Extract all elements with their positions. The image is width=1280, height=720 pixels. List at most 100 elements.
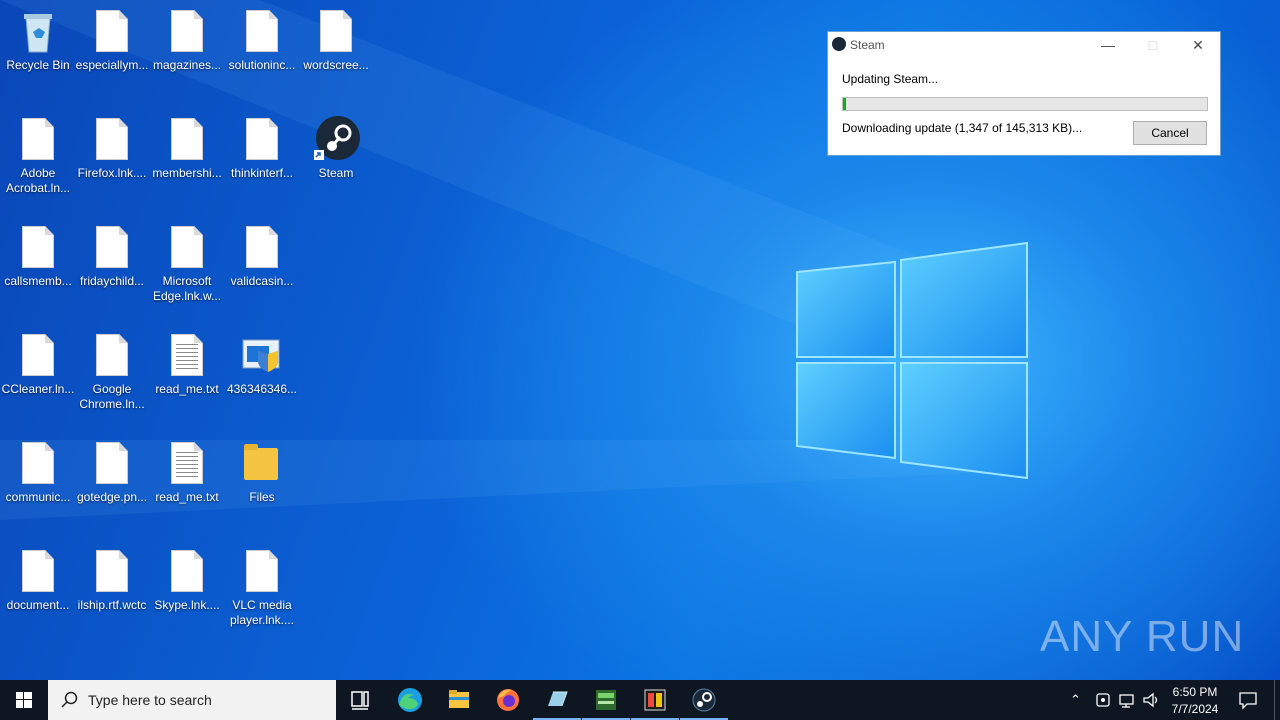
desktop-icon-file[interactable]: wordscree... xyxy=(298,8,374,73)
desktop-icon-file[interactable]: Adobe Acrobat.ln... xyxy=(0,116,76,196)
file-icon xyxy=(14,332,62,380)
desktop-icon-file[interactable]: Google Chrome.ln... xyxy=(74,332,150,412)
search-placeholder: Type here to search xyxy=(88,692,212,708)
recycle-bin-icon xyxy=(14,8,62,56)
desktop-icon-file[interactable]: CCleaner.ln... xyxy=(0,332,76,397)
desktop-icon-file[interactable]: Microsoft Edge.lnk.w... xyxy=(149,224,225,304)
task-view-icon xyxy=(351,691,369,710)
file-icon xyxy=(88,8,136,56)
file-icon xyxy=(88,332,136,380)
dialog-title: Steam xyxy=(850,38,885,52)
clock-date[interactable]: 7/7/2024 xyxy=(1165,702,1225,716)
desktop-icon-label: Recycle Bin xyxy=(6,58,70,72)
file-icon xyxy=(163,8,211,56)
text-file-icon xyxy=(163,332,211,380)
desktop-icon-label: Microsoft Edge.lnk.w... xyxy=(152,274,222,303)
desktop-icon-text-file[interactable]: read_me.txt xyxy=(149,332,225,397)
update-status-text: Updating Steam... xyxy=(842,72,939,86)
steam-logo-icon xyxy=(832,37,846,51)
download-detail-text: Downloading update (1,347 of 145,313 KB)… xyxy=(842,121,1083,135)
desktop-icon-label: membershi... xyxy=(152,166,222,180)
notification-icon[interactable] xyxy=(1238,690,1258,710)
file-icon xyxy=(238,116,286,164)
file-icon xyxy=(14,224,62,272)
steam-icon xyxy=(692,688,716,712)
show-hidden-icons-button[interactable]: ⌃ xyxy=(1070,692,1081,708)
desktop-icon-label: magazines... xyxy=(152,58,222,72)
taskbar-steam[interactable] xyxy=(680,680,728,720)
desktop-icon-file[interactable]: solutioninc... xyxy=(224,8,300,73)
app-icon xyxy=(644,689,666,711)
desktop-icon-file[interactable]: Firefox.lnk.... xyxy=(74,116,150,181)
desktop-icon-label: thinkinterf... xyxy=(230,166,294,180)
desktop-icon-file[interactable]: Skype.lnk.... xyxy=(149,548,225,613)
desktop-icon-file[interactable]: document... xyxy=(0,548,76,613)
taskbar-app-5[interactable] xyxy=(533,680,581,720)
volume-icon[interactable] xyxy=(1141,690,1161,710)
desktop-icon-label: Google Chrome.ln... xyxy=(79,382,145,411)
desktop-icon-label: Skype.lnk.... xyxy=(154,598,220,612)
file-icon xyxy=(163,116,211,164)
desktop-icon-label: document... xyxy=(6,598,70,612)
desktop-icon-installer[interactable]: 436346346... xyxy=(224,332,300,397)
desktop-icon-label: communic... xyxy=(5,490,71,504)
desktop-icon-recycle-bin[interactable]: Recycle Bin xyxy=(0,8,76,73)
desktop-icon-file[interactable]: ilship.rtf.wctc xyxy=(74,548,150,613)
desktop-icon-file[interactable]: membershi... xyxy=(149,116,225,181)
taskbar-file-explorer[interactable] xyxy=(435,680,483,720)
desktop-icon-file[interactable]: especiallym... xyxy=(74,8,150,73)
file-icon xyxy=(14,440,62,488)
desktop-icon-steam[interactable]: Steam xyxy=(298,116,374,181)
maximize-button: □ xyxy=(1148,37,1158,53)
desktop-icon-label: validcasin... xyxy=(230,274,294,288)
desktop-icon-label: wordscree... xyxy=(303,58,369,72)
taskbar-app-6[interactable] xyxy=(582,680,630,720)
desktop-icon-label: fridaychild... xyxy=(79,274,145,288)
desktop-icon-file[interactable]: thinkinterf... xyxy=(224,116,300,181)
firefox-icon xyxy=(497,689,519,711)
taskbar-edge[interactable] xyxy=(386,680,434,720)
minimize-button[interactable]: — xyxy=(1086,34,1130,56)
desktop-icon-file[interactable]: gotedge.pn... xyxy=(74,440,150,505)
desktop-icon-file[interactable]: validcasin... xyxy=(224,224,300,289)
device-icon[interactable] xyxy=(1094,690,1112,710)
file-icon xyxy=(88,548,136,596)
file-icon xyxy=(88,224,136,272)
desktop-icon-file[interactable]: callsmemb... xyxy=(0,224,76,289)
desktop-icon-label: VLC media player.lnk.... xyxy=(229,598,295,627)
task-view-button[interactable] xyxy=(336,680,384,720)
file-icon xyxy=(312,8,360,56)
file-icon xyxy=(88,116,136,164)
clock-time[interactable]: 6:50 PM xyxy=(1165,685,1225,699)
start-button[interactable] xyxy=(0,680,48,720)
desktop-icon-label: read_me.txt xyxy=(155,382,219,396)
desktop-icon-file[interactable]: magazines... xyxy=(149,8,225,73)
desktop-icon-file[interactable]: communic... xyxy=(0,440,76,505)
desktop-icon-label: Steam xyxy=(318,166,354,180)
desktop-icon-file[interactable]: VLC media player.lnk.... xyxy=(224,548,300,628)
show-desktop-button[interactable] xyxy=(1274,680,1280,720)
desktop-icon-label: callsmemb... xyxy=(4,274,72,288)
network-icon[interactable] xyxy=(1117,690,1137,710)
update-progress-bar xyxy=(842,97,1208,111)
taskbar-app-7[interactable] xyxy=(631,680,679,720)
desktop-icon-label: solutioninc... xyxy=(228,58,296,72)
taskbar-search-box[interactable]: Type here to search xyxy=(48,680,336,720)
search-icon xyxy=(61,691,78,708)
app-icon xyxy=(596,690,616,710)
desktop-icon-label: Adobe Acrobat.ln... xyxy=(5,166,71,195)
file-icon xyxy=(14,116,62,164)
cancel-button[interactable]: Cancel xyxy=(1133,121,1207,145)
desktop-icon-text-file[interactable]: read_me.txt xyxy=(149,440,225,505)
close-button[interactable]: ✕ xyxy=(1176,34,1220,56)
desktop-icon-label: Firefox.lnk.... xyxy=(77,166,147,180)
app-icon xyxy=(548,691,568,707)
file-icon xyxy=(238,548,286,596)
taskbar-firefox[interactable] xyxy=(484,680,532,720)
desktop-icon-folder[interactable]: Files xyxy=(224,440,300,505)
file-icon xyxy=(14,548,62,596)
desktop-icon-file[interactable]: fridaychild... xyxy=(74,224,150,289)
file-icon xyxy=(238,8,286,56)
desktop-icon-label: read_me.txt xyxy=(155,490,219,504)
desktop-icon-label: ilship.rtf.wctc xyxy=(77,598,147,612)
